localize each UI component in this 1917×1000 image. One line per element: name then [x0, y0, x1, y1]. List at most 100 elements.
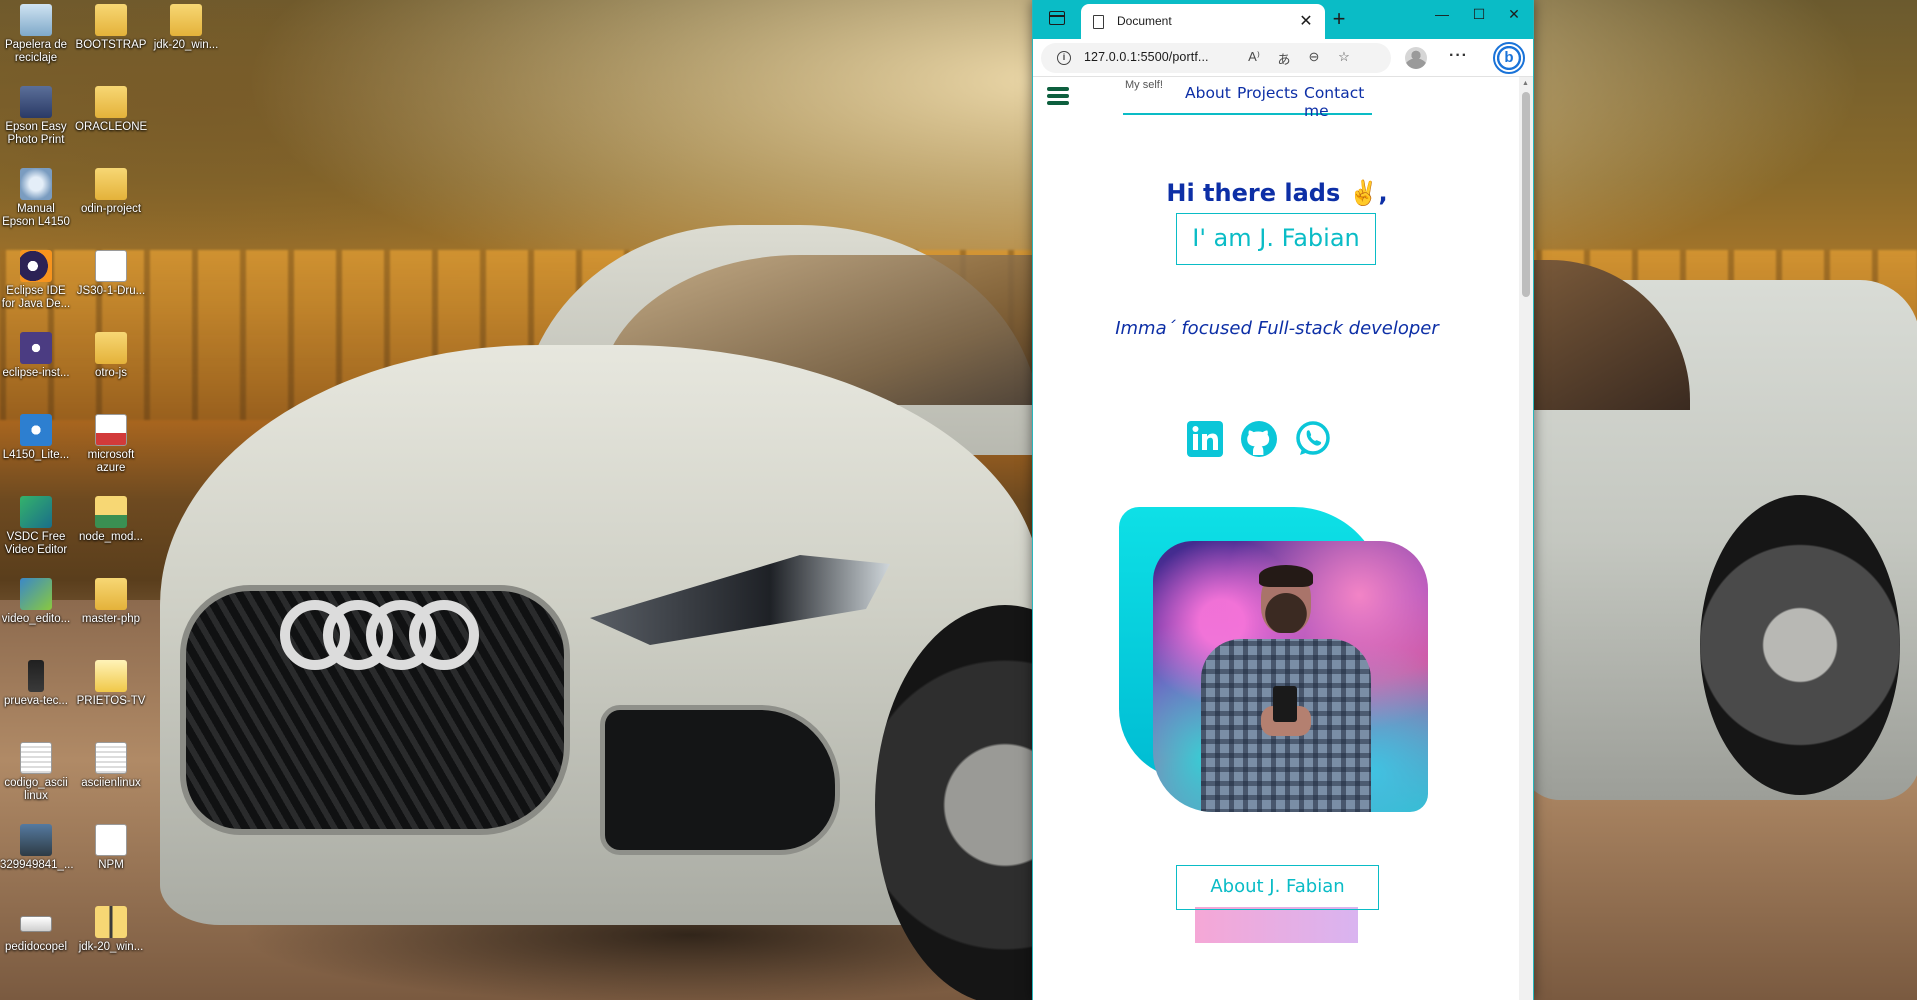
folder-icon: [95, 4, 127, 36]
site-info-icon[interactable]: i: [1057, 51, 1071, 65]
wallpaper-car: [140, 225, 1140, 1000]
desktop-icon-vsdc[interactable]: VSDC Free Video Editor: [0, 496, 72, 557]
nav-link-about[interactable]: About: [1185, 84, 1231, 102]
zoom-icon[interactable]: ⊖: [1305, 49, 1323, 65]
close-button[interactable]: ✕: [1499, 6, 1529, 23]
desktop-icon-label: prueva-tec...: [4, 695, 68, 707]
desktop-icon-jdk-zip[interactable]: jdk-20_win...: [75, 906, 147, 954]
desktop-icon-eclipse-ide[interactable]: Eclipse IDE for Java De...: [0, 250, 72, 311]
github-icon[interactable]: [1239, 419, 1279, 459]
desktop-icon-label: Epson Easy Photo Print: [5, 121, 67, 146]
nav-link-projects[interactable]: Projects: [1237, 84, 1298, 102]
wallpaper-car-rear: [1520, 240, 1917, 800]
tab-close-icon[interactable]: ✕: [1297, 11, 1315, 31]
profile-photo: [1153, 541, 1428, 812]
tab-actions-icon[interactable]: [1049, 11, 1065, 25]
desktop-icon-label: codigo_ascii linux: [4, 777, 68, 802]
desktop-icon-video-editor-file[interactable]: video_edito...: [0, 578, 72, 626]
scroll-up-arrow-icon[interactable]: ▲: [1522, 80, 1529, 87]
desktop-icon-grid: Papelera de reciclaje BOOTSTRAP jdk-20_w…: [0, 0, 218, 1000]
desktop-icon-label: master-php: [81, 613, 141, 625]
desktop-icon-label: otro-js: [95, 367, 127, 379]
about-button[interactable]: About J. Fabian: [1176, 865, 1379, 910]
desktop-icon-label: odin-project: [80, 203, 142, 215]
desktop-icon-microsoft-azure[interactable]: microsoft azure: [75, 414, 147, 475]
desktop-icon-manual-epson[interactable]: Manual Epson L4150: [0, 168, 72, 229]
more-options-icon[interactable]: ···: [1449, 47, 1468, 65]
desktop-icon-js30[interactable]: JS30-1-Dru...: [75, 250, 147, 298]
whatsapp-icon[interactable]: [1293, 419, 1333, 459]
page-scrollbar[interactable]: ▲: [1519, 77, 1533, 1000]
desktop-icon-oracleone[interactable]: ORACLEONE: [75, 86, 147, 134]
person-phone: [1273, 686, 1297, 722]
site-logo-broken-image[interactable]: My self!: [1125, 79, 1165, 91]
printer-app-icon: [20, 86, 52, 118]
desktop-icon-label: JS30-1-Dru...: [76, 285, 146, 297]
manual-icon: [20, 168, 52, 200]
document-icon: [1093, 15, 1104, 29]
recycle-bin-icon: [20, 4, 52, 36]
folder-icon: [95, 660, 127, 692]
pdf-icon: [95, 414, 127, 446]
desktop-icon-otro-js[interactable]: otro-js: [75, 332, 147, 380]
folder-icon: [170, 4, 202, 36]
document-icon: [95, 250, 127, 282]
desktop-icon-jdk-folder[interactable]: jdk-20_win...: [150, 4, 222, 52]
desktop-icon-codigo-ascii[interactable]: codigo_ascii linux: [0, 742, 72, 803]
browser-window: Document ✕ + — ☐ ✕ i 127.0.0.1:5500/port…: [1032, 0, 1534, 1000]
terminal-icon: [28, 660, 44, 692]
browser-titlebar[interactable]: Document ✕ + — ☐ ✕: [1033, 0, 1533, 39]
desktop-icon-label: asciienlinux: [81, 777, 141, 789]
desktop-icon-asciienlinux[interactable]: asciienlinux: [75, 742, 147, 790]
desktop-icon-prueva-tec[interactable]: prueva-tec...: [0, 660, 72, 708]
video-file-icon: [20, 578, 52, 610]
profile-photo-frame: [1119, 507, 1428, 827]
folder-icon: [95, 578, 127, 610]
desktop-icon-l4150-lite[interactable]: L4150_Lite...: [0, 414, 72, 462]
folder-icon: [95, 168, 127, 200]
eclipse-icon: [20, 250, 52, 282]
desktop-icon-label: eclipse-inst...: [2, 367, 70, 379]
text-grid-icon: [95, 742, 127, 774]
address-bar[interactable]: i 127.0.0.1:5500/portf... A⁾ あ ⊖ ☆: [1041, 43, 1391, 73]
desktop-icon-npm[interactable]: NPM: [75, 824, 147, 872]
minimize-button[interactable]: —: [1427, 6, 1457, 22]
car-air-intake: [600, 705, 840, 855]
scroll-thumb[interactable]: [1522, 92, 1530, 297]
desktop-icon-label: PRIETOS-TV: [76, 695, 146, 707]
car-logo-rings: [280, 600, 480, 670]
linkedin-icon[interactable]: [1185, 419, 1225, 459]
desktop-icon-node-modules[interactable]: node_mod...: [75, 496, 147, 544]
copilot-icon[interactable]: b: [1493, 42, 1525, 74]
favorites-icon[interactable]: ☆: [1335, 49, 1353, 65]
read-aloud-icon[interactable]: A⁾: [1245, 49, 1263, 65]
folder-icon: [95, 86, 127, 118]
desktop-icon-recycle-bin[interactable]: Papelera de reciclaje: [0, 4, 72, 65]
nav-link-contact[interactable]: Contact me: [1304, 84, 1372, 120]
document-icon: [95, 824, 127, 856]
desktop-icon-master-php[interactable]: master-php: [75, 578, 147, 626]
desktop-icon-label: Manual Epson L4150: [2, 203, 70, 228]
tab-document[interactable]: Document ✕: [1081, 4, 1325, 39]
desktop-icon-label: node_mod...: [79, 531, 143, 543]
desktop-icon-odin-project[interactable]: odin-project: [75, 168, 147, 216]
translate-icon[interactable]: あ: [1275, 49, 1293, 68]
hero-greeting: Hi there lads ✌️,: [1166, 179, 1388, 207]
new-tab-button[interactable]: +: [1327, 6, 1351, 32]
desktop-icon-eclipse-installer[interactable]: eclipse-inst...: [0, 332, 72, 380]
hamburger-menu-icon[interactable]: [1047, 87, 1069, 105]
desktop-icon-epson-easy-photo[interactable]: Epson Easy Photo Print: [0, 86, 72, 147]
desktop-icon-photo-file[interactable]: 329949841_...: [0, 824, 74, 872]
desktop-icon-label: jdk-20_win...: [78, 941, 144, 953]
desktop-icon-pedidocopel[interactable]: pedidocopel: [0, 906, 72, 954]
desktop-icon-label: microsoft azure: [87, 449, 135, 474]
desktop-icon-label: NPM: [98, 859, 124, 871]
desktop-icon-label: pedidocopel: [4, 941, 68, 953]
desktop-icon-prietos-tv[interactable]: PRIETOS-TV: [75, 660, 147, 708]
profile-avatar[interactable]: [1405, 47, 1427, 69]
url-text[interactable]: 127.0.0.1:5500/portf...: [1084, 50, 1209, 64]
drive-icon: [20, 916, 52, 932]
hero-tagline: Imma´ focused Full-stack developer: [1115, 318, 1439, 339]
maximize-button[interactable]: ☐: [1464, 6, 1494, 23]
desktop-icon-bootstrap[interactable]: BOOTSTRAP: [75, 4, 147, 52]
